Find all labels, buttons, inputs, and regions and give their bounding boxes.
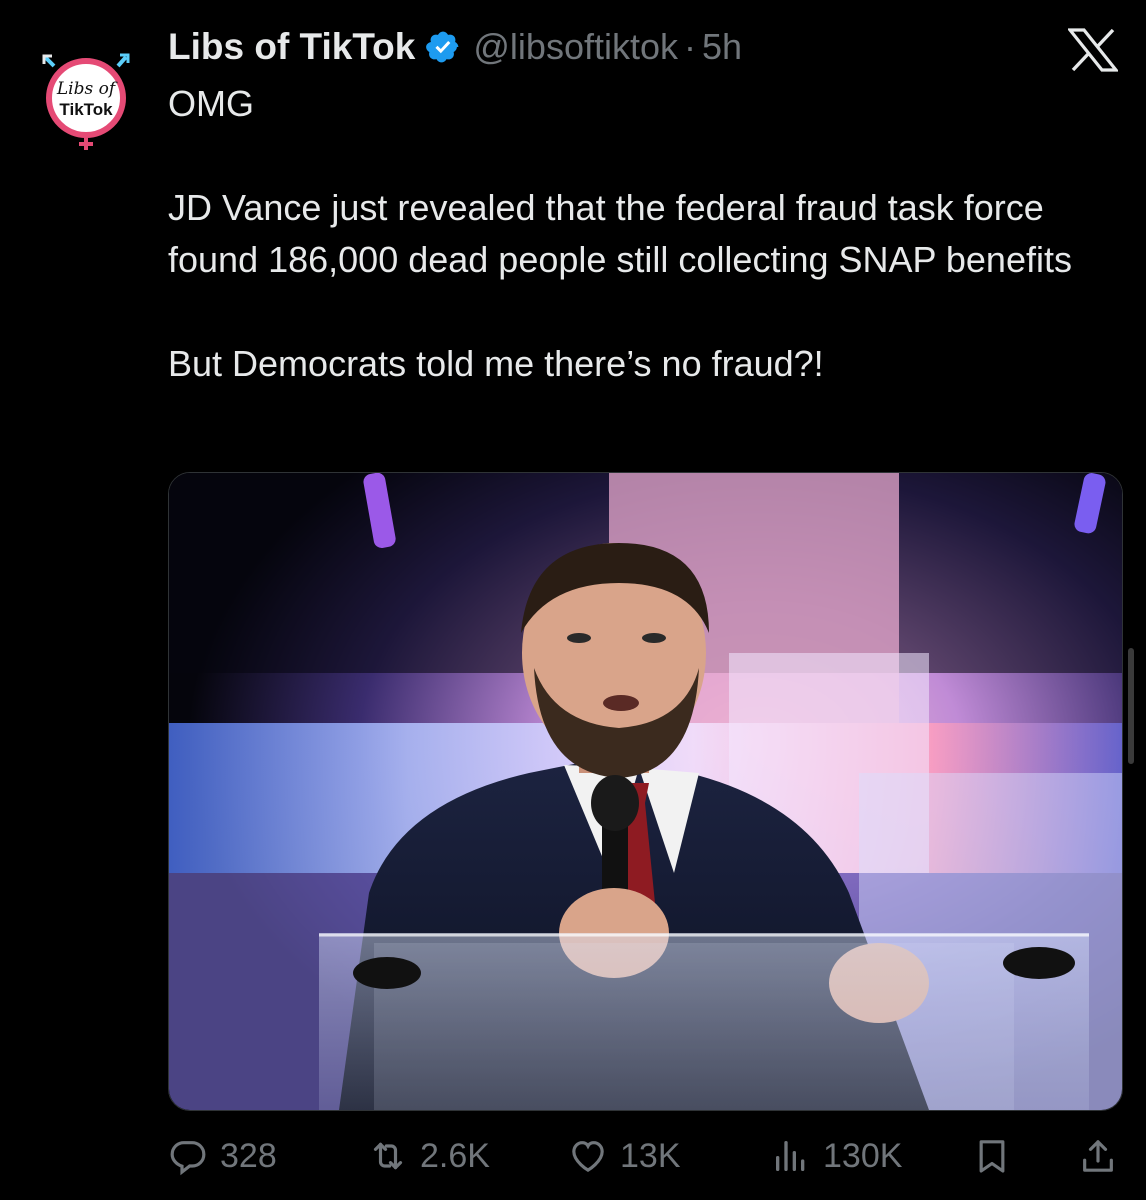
tweet-header: Libs of TikTok @libsoftiktok · 5h (168, 22, 742, 72)
repost-icon (373, 1142, 403, 1170)
avatar-text-top: Libs of (56, 79, 118, 99)
share-button[interactable] (1078, 1128, 1118, 1184)
heart-icon (572, 1141, 604, 1173)
views-button[interactable]: 130K (771, 1128, 902, 1184)
x-logo-icon (1066, 28, 1120, 72)
repost-count: 2.6K (420, 1136, 490, 1175)
verified-badge-icon (425, 29, 461, 65)
avatar-logo-icon: Libs of TikTok (42, 53, 130, 150)
like-count: 13K (620, 1136, 681, 1175)
avatar-text-bottom: TikTok (59, 100, 113, 119)
bookmark-button[interactable] (972, 1128, 1012, 1184)
tweet-actions: 328 2.6K 13K 130K (168, 1128, 1122, 1184)
separator-dot: · (683, 26, 696, 67)
view-count: 130K (823, 1136, 903, 1175)
timestamp[interactable]: 5h (702, 26, 742, 68)
reply-icon (170, 1141, 206, 1176)
like-button[interactable]: 13K (568, 1128, 681, 1184)
tweet-text-line: But Democrats told me there’s no fraud?! (168, 343, 824, 384)
reply-button[interactable]: 328 (168, 1128, 277, 1184)
share-icon (1083, 1140, 1113, 1172)
tweet-photo[interactable] (168, 472, 1123, 1111)
views-chart-icon (776, 1141, 805, 1171)
tweet-card: Libs of TikTok Libs of TikTok @libsoftik… (0, 0, 1146, 1200)
avatar[interactable]: Libs of TikTok (40, 38, 136, 150)
display-name[interactable]: Libs of TikTok (168, 26, 415, 68)
bookmark-icon (979, 1140, 1005, 1173)
photo-image (169, 473, 1122, 1110)
tweet-text: OMG JD Vance just revealed that the fede… (168, 78, 1118, 390)
scrollbar[interactable] (1128, 648, 1134, 764)
repost-button[interactable]: 2.6K (368, 1128, 490, 1184)
reply-count: 328 (220, 1136, 277, 1175)
tweet-text-line: JD Vance just revealed that the federal … (168, 187, 1072, 280)
user-handle[interactable]: @libsoftiktok (473, 26, 678, 68)
tweet-text-line: OMG (168, 83, 254, 124)
